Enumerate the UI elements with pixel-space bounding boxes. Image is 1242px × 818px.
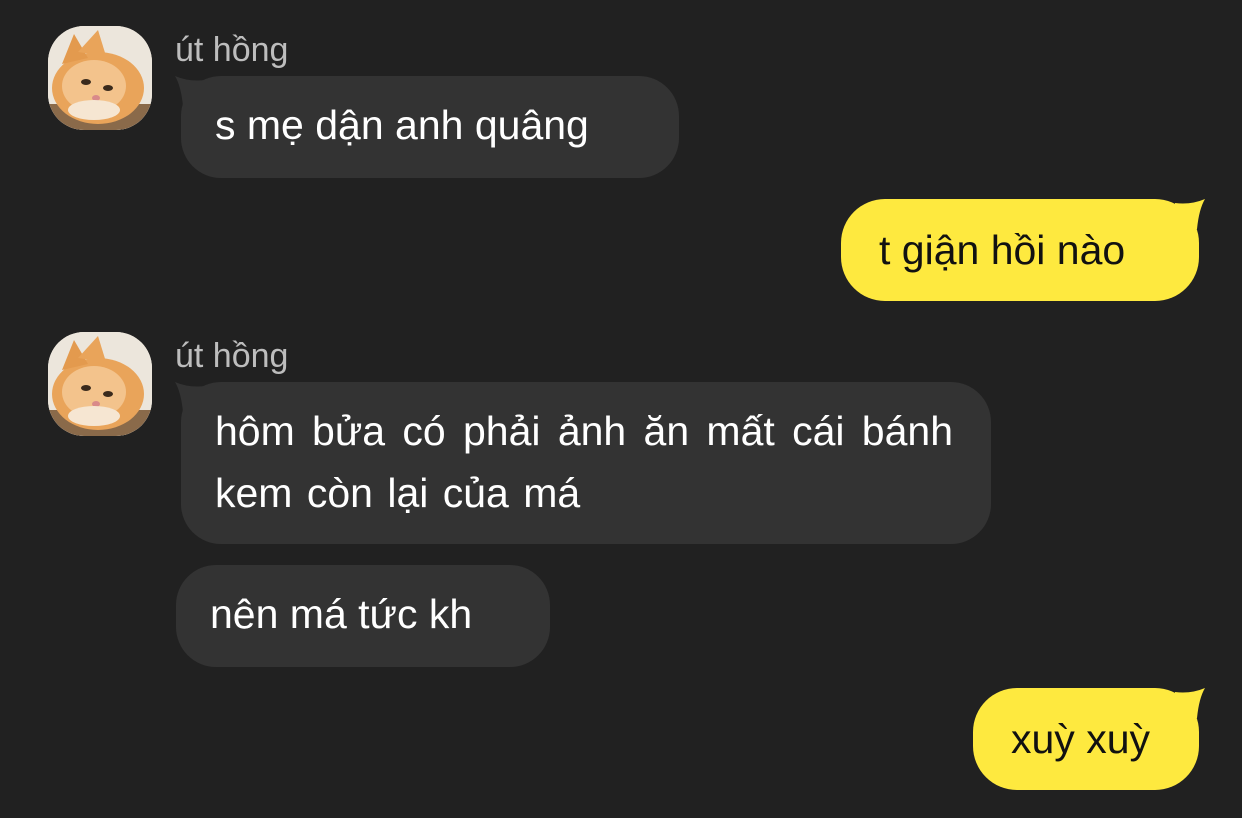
message-text: hôm bửa có phải ảnh ăn mất cái bánh kem … (215, 408, 953, 516)
cat-avatar-icon[interactable] (48, 332, 152, 436)
message-text: xuỳ xuỳ (1011, 716, 1150, 762)
cat-avatar-image (48, 26, 152, 130)
message-bubble-incoming[interactable]: hôm bửa có phải ảnh ăn mất cái bánh kem … (175, 382, 991, 544)
bubble-tail-icon (1175, 199, 1205, 229)
message-text: s mẹ dận anh quâng (215, 102, 589, 148)
bubble-tail-icon (175, 76, 205, 106)
message-text: t giận hồi nào (879, 227, 1126, 273)
bubble-tail-icon (1175, 688, 1205, 718)
message-bubble-outgoing[interactable]: xuỳ xuỳ (973, 688, 1205, 790)
bubble-tail-icon (175, 382, 205, 412)
message-bubble-outgoing[interactable]: t giận hồi nào (841, 199, 1205, 301)
sender-name: út hồng (175, 31, 289, 69)
message-bubble-incoming[interactable]: s mẹ dận anh quâng (175, 76, 679, 178)
cat-avatar-image (48, 332, 152, 436)
message-bubble-incoming[interactable]: nên má tức kh (176, 565, 550, 667)
cat-avatar-icon[interactable] (48, 26, 152, 130)
message-text: nên má tức kh (210, 591, 473, 637)
sender-name: út hồng (175, 337, 289, 375)
